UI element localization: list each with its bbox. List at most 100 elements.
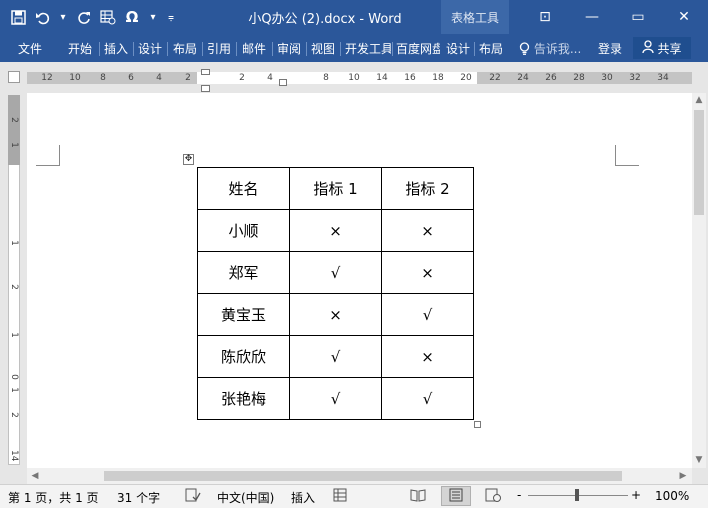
save-icon[interactable] (6, 6, 30, 28)
table-cell[interactable]: 小顺 (197, 209, 290, 252)
customize-qat-icon[interactable]: ⩦ (162, 6, 180, 28)
proofing-icon[interactable] (185, 488, 201, 505)
table-header-cell[interactable]: 指标 2 (381, 167, 474, 210)
redo-icon[interactable] (72, 6, 96, 28)
zoom-slider-thumb[interactable] (575, 489, 579, 501)
document-page[interactable]: ✥ 姓名 指标 1 指标 2 小顺 × × 郑军 √ × 黄宝玉 × √ 陈欣欣 √ × 张艳梅 √ √ (27, 93, 692, 468)
table-cell[interactable]: √ (289, 251, 382, 294)
ribbon-display-options-icon[interactable]: ⊡ (522, 0, 568, 34)
scroll-right-icon[interactable]: ▶ (677, 471, 689, 481)
table-cell[interactable]: × (381, 251, 474, 294)
ruler-number: 34 (657, 73, 669, 83)
ruler-number: 30 (601, 73, 613, 83)
restore-button[interactable]: ▭ (615, 0, 661, 34)
table-cell[interactable]: √ (289, 377, 382, 420)
tab-separator (474, 42, 475, 56)
tab-layout[interactable]: 布局 (173, 40, 197, 58)
zoom-in-button[interactable]: + (631, 488, 641, 502)
table-header-cell[interactable]: 姓名 (197, 167, 290, 210)
crop-mark-left (36, 145, 60, 166)
table-cell[interactable]: × (289, 293, 382, 336)
scroll-up-icon[interactable]: ▲ (693, 95, 705, 105)
ruler-number: 10 (348, 73, 360, 83)
ruler-number: 4 (267, 73, 273, 83)
horizontal-scroll-thumb[interactable] (104, 471, 622, 481)
ruler-number: 18 (432, 73, 444, 83)
tab-selector[interactable] (8, 71, 20, 83)
table-move-handle[interactable]: ✥ (183, 154, 194, 165)
login-link[interactable]: 登录 (598, 40, 622, 58)
language-status[interactable]: 中文(中国) (217, 489, 274, 506)
person-icon (642, 40, 655, 56)
vertical-ruler-number: 2 (9, 284, 19, 290)
table-cell[interactable]: 张艳梅 (197, 377, 290, 420)
status-bar (0, 484, 708, 508)
tab-separator (236, 42, 237, 56)
table-row: 张艳梅 √ √ (197, 377, 474, 420)
column-marker[interactable] (279, 79, 287, 86)
tab-review[interactable]: 审阅 (277, 40, 301, 58)
vertical-ruler-number: 1 (9, 332, 19, 338)
table-cell[interactable]: × (381, 209, 474, 252)
table-tools-label: 表格工具 (450, 11, 499, 25)
table-cell[interactable]: 郑军 (197, 251, 290, 294)
tell-me-box[interactable]: 告诉我... (519, 40, 581, 58)
table-insert-icon[interactable] (96, 6, 120, 28)
table-header-row: 姓名 指标 1 指标 2 (197, 167, 474, 210)
vertical-ruler-number: 0 (9, 374, 19, 380)
table-cell[interactable]: √ (381, 293, 474, 336)
read-mode-icon[interactable] (410, 488, 426, 505)
table-header-cell[interactable]: 指标 1 (289, 167, 382, 210)
table-row: 黄宝玉 × √ (197, 293, 474, 336)
zoom-level[interactable]: 100% (655, 489, 689, 503)
data-table[interactable]: 姓名 指标 1 指标 2 小顺 × × 郑军 √ × 黄宝玉 × √ 陈欣欣 √ × 张艳梅 √ √ (197, 167, 474, 420)
tab-table-layout[interactable]: 布局 (479, 40, 503, 58)
symbol-button[interactable]: Ω (120, 6, 144, 28)
tab-mailings[interactable]: 邮件 (242, 40, 266, 58)
table-resize-handle[interactable] (474, 421, 481, 428)
tab-baidu-netdisk[interactable]: 百度网盘 (396, 40, 440, 58)
ruler-number: 8 (100, 73, 106, 83)
table-cell[interactable]: √ (289, 335, 382, 378)
tab-home[interactable]: 开始 (68, 40, 92, 58)
tab-table-design[interactable]: 设计 (446, 40, 470, 58)
tab-developer[interactable]: 开发工具 (345, 40, 391, 58)
scroll-left-icon[interactable]: ◀ (29, 471, 41, 481)
close-button[interactable]: ✕ (661, 0, 707, 34)
share-button[interactable]: 共享 (633, 37, 691, 59)
ruler-number: 6 (128, 73, 134, 83)
first-line-indent-marker[interactable] (201, 69, 210, 75)
macro-icon[interactable] (333, 488, 347, 505)
tab-view[interactable]: 视图 (311, 40, 335, 58)
page-count[interactable]: 第 1 页，共 1 页 (8, 489, 99, 506)
tab-file[interactable]: 文件 (18, 40, 42, 58)
web-layout-icon[interactable] (485, 488, 501, 505)
zoom-out-button[interactable]: - (517, 488, 521, 502)
tab-separator (167, 42, 168, 56)
table-cell[interactable]: 黄宝玉 (197, 293, 290, 336)
undo-dropdown-icon[interactable]: ▾ (54, 6, 72, 28)
ruler-number: 28 (573, 73, 585, 83)
table-cell[interactable]: 陈欣欣 (197, 335, 290, 378)
lightbulb-icon (519, 42, 534, 56)
table-cell[interactable]: × (381, 335, 474, 378)
minimize-button[interactable]: — (569, 0, 615, 34)
tab-design[interactable]: 设计 (138, 40, 162, 58)
ruler-number: 20 (460, 73, 472, 83)
vertical-ruler-number: 1 (9, 387, 19, 393)
tab-references[interactable]: 引用 (207, 40, 231, 58)
tab-separator (392, 42, 393, 56)
table-cell[interactable]: √ (381, 377, 474, 420)
tab-separator (272, 42, 273, 56)
scroll-down-icon[interactable]: ▼ (693, 455, 705, 465)
tab-insert[interactable]: 插入 (104, 40, 128, 58)
word-count[interactable]: 31 个字 (117, 489, 160, 506)
undo-icon[interactable] (30, 6, 54, 28)
tell-me-placeholder: 告诉我... (533, 42, 582, 56)
vertical-ruler-number: 2 (9, 117, 19, 123)
left-indent-marker[interactable] (201, 85, 210, 92)
table-cell[interactable]: × (289, 209, 382, 252)
vertical-scroll-thumb[interactable] (694, 110, 704, 215)
insert-mode[interactable]: 插入 (291, 489, 315, 506)
symbol-dropdown-icon[interactable]: ▾ (144, 6, 162, 28)
